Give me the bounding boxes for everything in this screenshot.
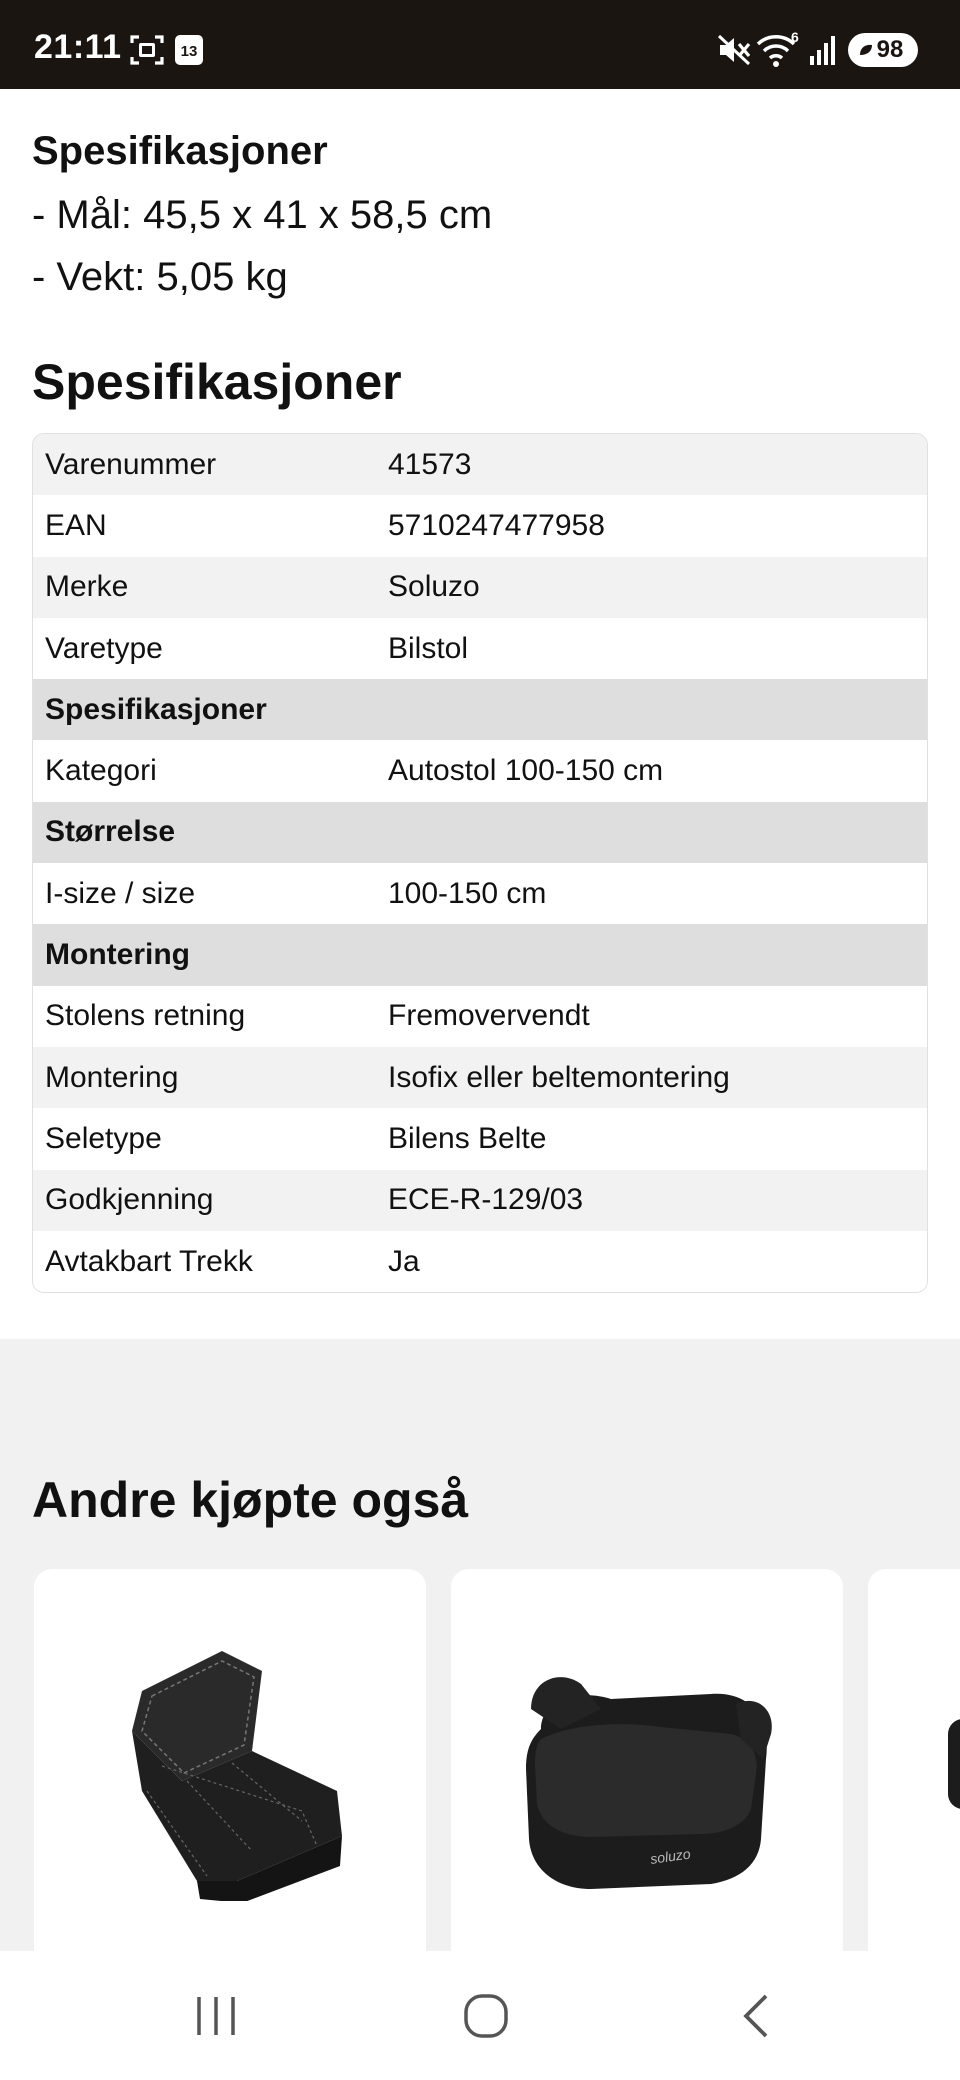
spec-row-godkjenning: Godkjenning ECE-R-129/03	[33, 1169, 927, 1231]
status-time: 21:11	[34, 28, 122, 66]
spec-value: 100-150 cm	[388, 876, 547, 910]
screenshot-icon	[130, 35, 164, 65]
home-icon	[464, 1994, 508, 2038]
spec-section-storrelse: Størrelse	[33, 801, 927, 864]
spec-row-montering: Montering Isofix eller beltemontering	[33, 1046, 927, 1109]
spec-row-avtakbart-trekk: Avtakbart Trekk Ja	[33, 1230, 927, 1293]
spec-title: Spesifikasjoner	[32, 354, 402, 410]
mute-icon	[717, 34, 751, 66]
spec-row-kategori: Kategori Autostol 100-150 cm	[33, 740, 927, 802]
spec-row-varenummer: Varenummer 41573	[33, 434, 927, 496]
spec-key: Avtakbart Trekk	[45, 1244, 253, 1278]
spec-value: Soluzo	[388, 570, 480, 604]
spec-value: Fremovervendt	[388, 999, 590, 1033]
wifi-icon: 6	[756, 30, 799, 67]
spec-row-stolens-retning: Stolens retning Fremovervendt	[33, 985, 927, 1047]
also-bought-title: Andre kjøpte også	[32, 1472, 469, 1528]
spec-value: Autostol 100-150 cm	[388, 754, 664, 788]
product-image-partial	[948, 1719, 960, 1809]
battery-level: 98	[876, 36, 904, 63]
home-button[interactable]	[446, 1981, 526, 2051]
spec-row-seletype: Seletype Bilens Belte	[33, 1108, 927, 1170]
spec-key: Stolens retning	[45, 999, 246, 1033]
system-nav-bar	[0, 1951, 960, 2080]
recent-apps-button[interactable]	[176, 1981, 256, 2051]
spec-section-montering: Montering	[33, 924, 927, 986]
spec-row-ean: EAN 5710247477958	[33, 495, 927, 557]
spec-row-size: I-size / size 100-150 cm	[33, 863, 927, 925]
spec-row-merke: Merke Soluzo	[33, 556, 927, 618]
spec-section-label: Spesifikasjoner	[45, 692, 267, 726]
booster-cushion-image: soluzo	[526, 1677, 772, 1889]
battery-saver-icon	[860, 44, 872, 55]
calendar-icon: 13	[175, 35, 203, 65]
spec-value: Ja	[388, 1244, 420, 1278]
spec-key: Montering	[45, 1060, 179, 1094]
spec-value: 41573	[388, 447, 472, 481]
spec-key: Kategori	[45, 754, 157, 788]
intro-line-dimensions: - Mål: 45,5 x 41 x 58,5 cm	[32, 193, 493, 237]
spec-row-varetype: Varetype Bilstol	[33, 617, 927, 680]
battery-indicator: 98	[848, 33, 918, 67]
spec-section-spesifikasjoner: Spesifikasjoner	[33, 679, 927, 741]
product-card[interactable]: soluzo	[451, 1569, 843, 1951]
spec-table: Varenummer 41573 EAN 5710247477958 Merke…	[32, 433, 928, 1294]
back-icon	[743, 1994, 768, 2038]
product-card[interactable]	[868, 1569, 960, 1951]
spec-value: Bilstol	[388, 631, 469, 665]
signal-icon	[810, 36, 835, 65]
spec-key: Merke	[45, 570, 129, 604]
seat-protector-mat-image	[132, 1651, 342, 1901]
recent-apps-icon	[197, 1997, 235, 2035]
spec-section-label: Størrelse	[45, 815, 176, 849]
spec-key: EAN	[45, 508, 107, 542]
also-bought-section: Andre kjøpte også soluzo	[0, 1339, 960, 1951]
calendar-day: 13	[180, 43, 198, 60]
spec-value: Isofix eller beltemontering	[388, 1060, 730, 1094]
spec-value: Bilens Belte	[388, 1121, 547, 1155]
product-details: Spesifikasjoner - Mål: 45,5 x 41 x 58,5 …	[0, 89, 960, 1339]
intro-heading: Spesifikasjoner	[32, 129, 328, 173]
spec-value: 5710247477958	[388, 508, 605, 542]
spec-key: Varetype	[45, 631, 163, 665]
wifi-badge: 6	[791, 30, 799, 45]
spec-key: I-size / size	[45, 876, 196, 910]
status-bar: 21:11 13 6 98	[0, 0, 960, 89]
back-button[interactable]	[716, 1981, 796, 2051]
spec-key: Varenummer	[45, 447, 217, 481]
spec-value: ECE-R-129/03	[388, 1183, 584, 1217]
spec-section-label: Montering	[45, 938, 190, 972]
intro-line-weight: - Vekt: 5,05 kg	[32, 255, 288, 299]
spec-key: Seletype	[45, 1121, 162, 1155]
spec-key: Godkjenning	[45, 1183, 214, 1217]
product-card[interactable]	[34, 1569, 426, 1951]
